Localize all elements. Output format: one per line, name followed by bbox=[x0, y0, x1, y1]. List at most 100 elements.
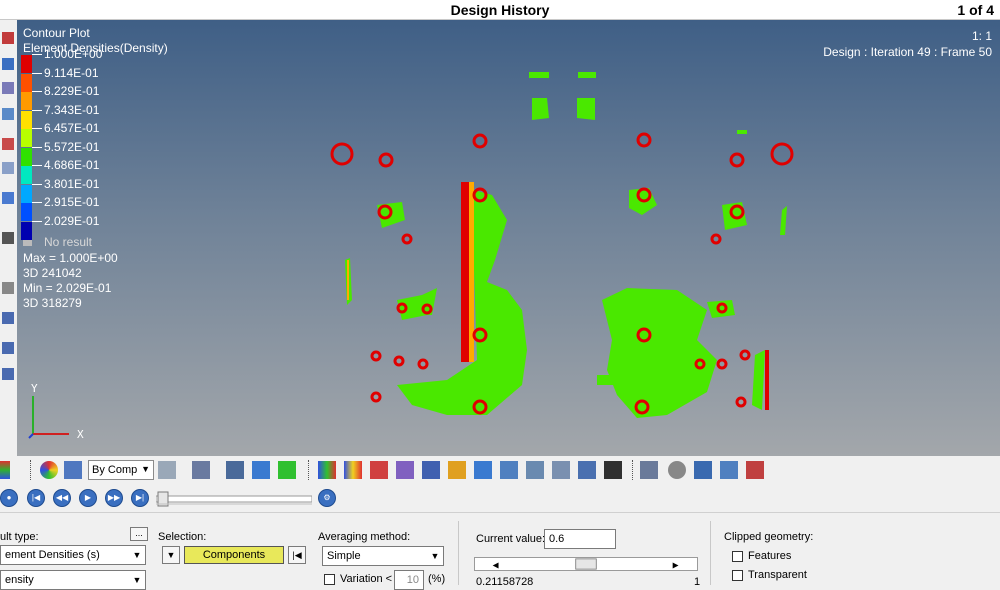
graphics-viewport[interactable]: Contour Plot Element Densities(Density) … bbox=[17, 20, 1000, 456]
legend-level-label: 7.343E-01 bbox=[44, 102, 100, 117]
axis-triad: Y X bbox=[25, 382, 95, 442]
legend-level-label: 1.000E+00 bbox=[44, 47, 103, 61]
component-icon[interactable] bbox=[278, 461, 296, 479]
components-button[interactable]: Components bbox=[184, 546, 284, 564]
chevron-down-icon: ▼ bbox=[129, 546, 145, 564]
vector-icon[interactable] bbox=[422, 461, 440, 479]
tool-icon[interactable] bbox=[2, 312, 14, 324]
legend-swatch bbox=[21, 184, 32, 203]
tool-icon[interactable] bbox=[2, 108, 14, 120]
frame-slider[interactable] bbox=[156, 491, 312, 507]
tool-icon[interactable] bbox=[2, 58, 14, 70]
variation-unit: (%) bbox=[428, 573, 446, 585]
shaded-icon[interactable] bbox=[226, 461, 244, 479]
legend-tick bbox=[32, 220, 42, 222]
variation-checkbox[interactable] bbox=[324, 574, 335, 585]
track-icon[interactable] bbox=[694, 461, 712, 479]
legend-level-label: 9.114E-01 bbox=[44, 65, 99, 80]
legend-swatch bbox=[21, 110, 32, 129]
legend-swatch bbox=[21, 166, 32, 184]
tool-icon[interactable] bbox=[2, 138, 14, 150]
results-panel: ult type: ... ement Densities (s) ▼ ensi… bbox=[0, 512, 1000, 590]
table-icon[interactable] bbox=[552, 461, 570, 479]
color-by-select[interactable]: By Comp ▼ bbox=[88, 460, 154, 480]
play-button[interactable]: ▶ bbox=[79, 489, 97, 507]
features-checkbox[interactable] bbox=[732, 551, 743, 562]
legend-tick bbox=[32, 183, 42, 185]
result-type-select[interactable]: ement Densities (s) ▼ bbox=[0, 545, 146, 565]
legend-tick bbox=[32, 54, 42, 55]
title-bar: Design History 1 of 4 bbox=[0, 0, 1000, 20]
first-frame-button[interactable]: |◀ bbox=[27, 489, 45, 507]
current-value-input[interactable]: 0.6 bbox=[544, 529, 616, 549]
view-scale: 1: 1 bbox=[971, 29, 992, 43]
cube-icon[interactable] bbox=[192, 461, 210, 479]
mesh-display-icon[interactable] bbox=[158, 461, 176, 479]
result-subtype-value: ensity bbox=[5, 574, 34, 586]
fit-icon[interactable] bbox=[604, 461, 622, 479]
tool-icon[interactable] bbox=[2, 368, 14, 380]
tensor-icon[interactable] bbox=[500, 461, 518, 479]
current-value-label: Current value: bbox=[476, 533, 546, 545]
tool-icon[interactable] bbox=[2, 232, 14, 244]
tool-icon[interactable] bbox=[2, 192, 14, 204]
iso-icon[interactable] bbox=[344, 461, 362, 479]
animation-mode-icon[interactable]: ● bbox=[0, 489, 18, 507]
transparent-checkbox[interactable] bbox=[732, 570, 743, 581]
legend-tick bbox=[32, 146, 42, 148]
legend-icon[interactable] bbox=[318, 461, 336, 479]
reset-selection-button[interactable]: |◀ bbox=[288, 546, 306, 564]
clipped-geometry-label: Clipped geometry: bbox=[724, 531, 814, 543]
tool-icon[interactable] bbox=[2, 162, 14, 174]
legend-swatch bbox=[21, 55, 32, 73]
rewind-button[interactable]: ◀◀ bbox=[53, 489, 71, 507]
legend-swatch bbox=[21, 203, 32, 221]
selection-dropdown-button[interactable]: ▼ bbox=[162, 546, 180, 564]
query-icon[interactable] bbox=[474, 461, 492, 479]
flow-icon[interactable] bbox=[526, 461, 544, 479]
toolbar-separator bbox=[632, 460, 634, 480]
tool-icon[interactable] bbox=[2, 82, 14, 94]
averaging-select[interactable]: Simple ▼ bbox=[322, 546, 444, 566]
chart-icon[interactable] bbox=[746, 461, 764, 479]
note-icon[interactable] bbox=[668, 461, 686, 479]
averaging-value: Simple bbox=[327, 550, 361, 562]
legend-tick bbox=[32, 91, 42, 92]
last-frame-button[interactable]: ▶| bbox=[131, 489, 149, 507]
probe-icon[interactable] bbox=[578, 461, 596, 479]
legend-tick bbox=[32, 128, 42, 129]
panel-separator bbox=[458, 521, 459, 585]
tool-icon[interactable] bbox=[2, 32, 14, 44]
tool-icon[interactable] bbox=[2, 342, 14, 354]
color-by-value: By Comp bbox=[92, 464, 138, 476]
legend-tick bbox=[32, 202, 42, 203]
result-type-value: ement Densities (s) bbox=[5, 549, 100, 561]
legend-tick bbox=[32, 109, 42, 111]
legend-swatch bbox=[21, 92, 32, 110]
results-toolbar: By Comp ▼ bbox=[0, 456, 1000, 484]
value-slider[interactable]: ◀ ▶ bbox=[474, 557, 698, 571]
panel-separator bbox=[710, 521, 711, 585]
browse-button[interactable]: ... bbox=[130, 527, 148, 541]
deformed-icon[interactable] bbox=[396, 461, 414, 479]
measure-icon[interactable] bbox=[448, 461, 466, 479]
mirror-icon[interactable] bbox=[252, 461, 270, 479]
slider-max-value: 1 bbox=[694, 576, 701, 588]
section-icon[interactable] bbox=[370, 461, 388, 479]
legend-tick bbox=[32, 72, 42, 74]
hotspot-icon[interactable] bbox=[640, 461, 658, 479]
legend-no-result: No result bbox=[44, 235, 93, 249]
animation-settings-icon[interactable]: ⚙ bbox=[318, 489, 336, 507]
export-icon[interactable] bbox=[720, 461, 738, 479]
contour-icon[interactable] bbox=[0, 461, 10, 479]
color-wheel-icon[interactable] bbox=[40, 461, 58, 479]
legend-min-element: 3D 318279 bbox=[23, 296, 82, 310]
fast-forward-button[interactable]: ▶▶ bbox=[105, 489, 123, 507]
left-toolstrip bbox=[0, 20, 17, 456]
legend-level-label: 3.801E-01 bbox=[44, 176, 100, 191]
tool-icon[interactable] bbox=[2, 282, 14, 294]
result-subtype-select[interactable]: ensity ▼ bbox=[0, 570, 146, 590]
legend-title: Contour Plot bbox=[23, 26, 90, 40]
variation-input[interactable]: 10 bbox=[394, 570, 424, 590]
display-mode-icon[interactable] bbox=[64, 461, 82, 479]
